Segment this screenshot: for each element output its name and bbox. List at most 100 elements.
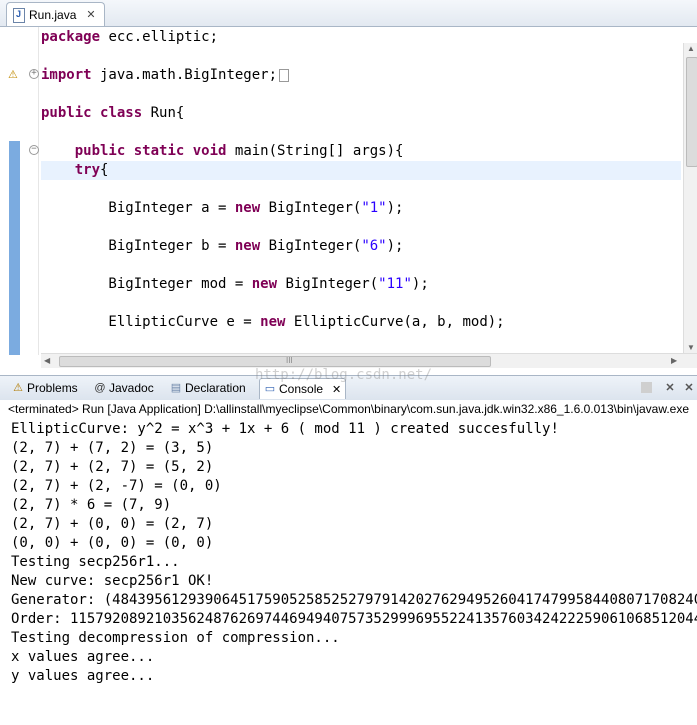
- fold-expand-icon[interactable]: +: [29, 69, 39, 79]
- editor-tab-title: Run.java: [29, 7, 77, 22]
- declaration-icon: ▤: [170, 382, 182, 394]
- scroll-left-icon[interactable]: ◀: [44, 356, 50, 365]
- console-line: x values agree...: [11, 649, 155, 665]
- code-editor[interactable]: ⚠ + − package ecc.elliptic; import java.m…: [0, 27, 697, 368]
- vertical-scroll-thumb[interactable]: [686, 57, 697, 167]
- horizontal-scrollbar[interactable]: ◀ III ▶: [41, 353, 697, 368]
- code-keyword: void: [192, 143, 227, 159]
- tab-javadoc[interactable]: @ Javadoc: [90, 378, 158, 398]
- console-line: Order: 115792089210356248762697446949407…: [11, 611, 697, 627]
- code-line[interactable]: [41, 256, 681, 275]
- tab-label: Javadoc: [109, 381, 154, 395]
- code-keyword: new: [234, 238, 261, 254]
- console-line: (0, 0) + (0, 0) = (0, 0): [11, 535, 214, 551]
- code-keyword: public: [41, 105, 92, 121]
- console-process-label: <terminated> Run [Java Application] D:\a…: [0, 400, 697, 419]
- code-text: ecc.elliptic;: [100, 29, 219, 45]
- code-text: );: [386, 238, 404, 254]
- tab-label: Problems: [27, 381, 78, 395]
- code-line[interactable]: public static void main(String[] args){: [41, 142, 681, 161]
- code-text: {: [100, 162, 109, 178]
- warning-icon: ⚠: [8, 69, 18, 81]
- code-keyword: new: [251, 276, 278, 292]
- code-text: );: [386, 200, 404, 216]
- code-keyword: try: [74, 162, 101, 178]
- code-line[interactable]: [41, 47, 681, 66]
- fold-collapse-icon[interactable]: −: [29, 145, 39, 155]
- code-string: "1": [361, 200, 387, 216]
- code-line[interactable]: BigInteger mod = new BigInteger("11");: [41, 275, 681, 294]
- editor-gutter: ⚠ + −: [0, 27, 39, 355]
- code-line[interactable]: package ecc.elliptic;: [41, 28, 681, 47]
- console-line: (2, 7) + (7, 2) = (3, 5): [11, 440, 214, 456]
- close-icon[interactable]: ✕: [86, 8, 95, 21]
- watermark: http://blog.csdn.net/: [255, 367, 433, 383]
- console-line: New curve: secp256r1 OK!: [11, 573, 214, 589]
- java-file-icon: J: [13, 7, 25, 23]
- scroll-up-icon[interactable]: ▲: [687, 44, 695, 53]
- code-string: "6": [361, 238, 387, 254]
- code-text: BigInteger a =: [41, 200, 235, 216]
- code-line[interactable]: [41, 180, 681, 199]
- code-line[interactable]: [41, 85, 681, 104]
- code-keyword: package: [41, 29, 101, 45]
- console-line: Testing decompression of compression...: [11, 630, 340, 646]
- code-line[interactable]: EllipticCurve e = new EllipticCurve(a, b…: [41, 313, 681, 332]
- code-line[interactable]: BigInteger a = new BigInteger("1");: [41, 199, 681, 218]
- code-keyword: class: [100, 105, 143, 121]
- close-icon[interactable]: ✕: [332, 383, 341, 396]
- scroll-right-icon[interactable]: ▶: [671, 356, 677, 365]
- code-line[interactable]: [41, 294, 681, 313]
- console-line: Generator: (4843956129390645175905258525…: [11, 592, 697, 608]
- code-line[interactable]: [41, 218, 681, 237]
- code-line[interactable]: import java.math.BigInteger;: [41, 66, 681, 85]
- collapsed-imports-icon[interactable]: [279, 68, 290, 82]
- vertical-scrollbar[interactable]: ▲ ▼: [683, 43, 697, 355]
- editor-tab-bar: J Run.java ✕: [0, 0, 697, 27]
- problems-icon: ⚠: [13, 382, 23, 394]
- code-line[interactable]: [41, 123, 681, 142]
- code-text: BigInteger(: [260, 238, 362, 254]
- code-text: EllipticCurve(a, b, mod);: [285, 314, 505, 330]
- console-output[interactable]: EllipticCurve: y^2 = x^3 + 1x + 6 ( mod …: [11, 420, 697, 720]
- console-line: EllipticCurve: y^2 = x^3 + 1x + 6 ( mod …: [11, 421, 559, 437]
- code-line[interactable]: BigInteger b = new BigInteger("6");: [41, 237, 681, 256]
- code-text: Run{: [142, 105, 185, 121]
- remove-launch-icon[interactable]: ✕: [663, 381, 677, 395]
- scroll-down-icon[interactable]: ▼: [687, 343, 695, 352]
- console-icon: ▭: [264, 383, 276, 395]
- code-keyword: public: [74, 143, 126, 159]
- editor-tab-run-java[interactable]: J Run.java ✕: [6, 2, 105, 26]
- scroll-grip: III: [286, 356, 293, 365]
- javadoc-icon: @: [94, 382, 106, 394]
- code-line[interactable]: public class Run{: [41, 104, 681, 123]
- code-text: BigInteger(: [277, 276, 379, 292]
- code-text: BigInteger mod =: [41, 276, 252, 292]
- code-text: main(String[] args){: [226, 143, 404, 159]
- tab-problems[interactable]: ⚠ Problems: [8, 378, 82, 398]
- console-line: (2, 7) + (0, 0) = (2, 7): [11, 516, 214, 532]
- console-line: Testing secp256r1...: [11, 554, 180, 570]
- horizontal-scroll-thumb[interactable]: III: [59, 356, 491, 367]
- code-area[interactable]: package ecc.elliptic; import java.math.Bi…: [41, 27, 681, 355]
- tab-declaration[interactable]: ▤ Declaration: [166, 378, 250, 398]
- remove-all-terminated-icon[interactable]: ✕: [682, 381, 696, 395]
- code-keyword: import: [41, 67, 92, 83]
- console-line: (2, 7) + (2, -7) = (0, 0): [11, 478, 222, 494]
- tab-label: Declaration: [185, 381, 246, 395]
- code-text: BigInteger(: [260, 200, 362, 216]
- code-keyword: new: [260, 314, 286, 330]
- console-line: (2, 7) * 6 = (7, 9): [11, 497, 172, 513]
- console-line: y values agree...: [11, 668, 155, 684]
- change-marker-bar: [9, 141, 20, 355]
- terminate-icon[interactable]: [641, 382, 652, 393]
- code-text: java.math.BigInteger;: [91, 67, 278, 83]
- code-text: BigInteger b =: [41, 238, 235, 254]
- code-keyword: new: [234, 200, 261, 216]
- code-line[interactable]: try{: [41, 161, 681, 180]
